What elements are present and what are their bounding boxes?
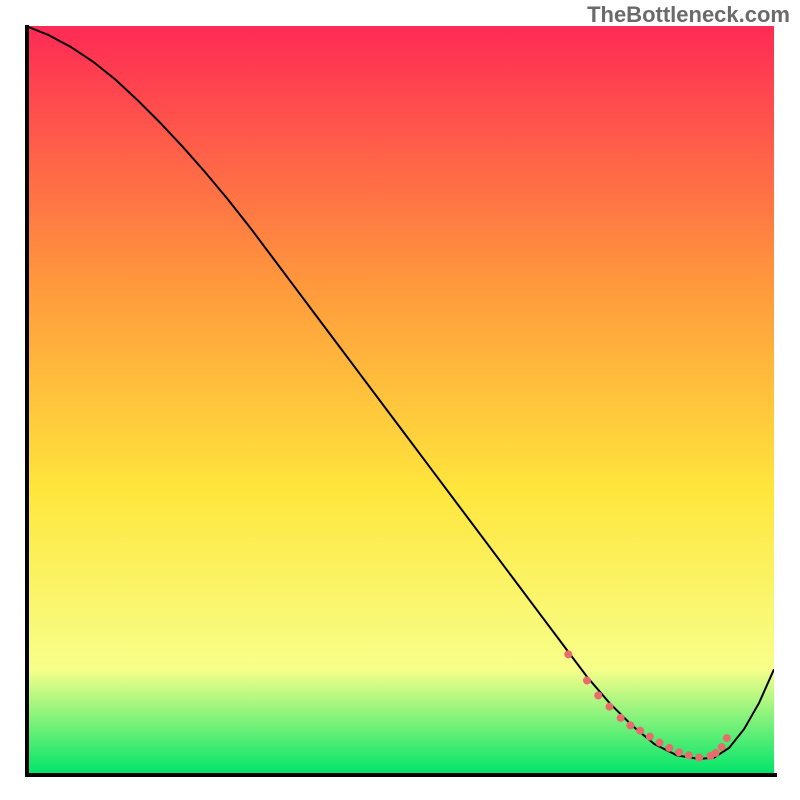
highlight-dot: [718, 743, 726, 751]
highlight-dot: [656, 739, 664, 747]
y-axis: [25, 25, 29, 777]
highlight-dot: [665, 744, 673, 752]
highlight-dot: [695, 754, 703, 762]
highlight-dot: [646, 733, 654, 741]
chart-container: TheBottleneck.com: [0, 0, 800, 800]
highlight-dot: [685, 751, 693, 759]
highlight-dot: [617, 714, 625, 722]
highlight-dot: [675, 748, 683, 756]
plot-area: [26, 26, 774, 774]
highlight-dot: [723, 734, 731, 742]
highlight-dot: [564, 650, 572, 658]
highlight-dot: [583, 677, 591, 685]
chart-svg: [26, 26, 774, 774]
highlight-dot: [594, 691, 602, 699]
highlight-dot: [712, 749, 720, 757]
x-axis: [25, 773, 777, 777]
highlight-dot: [605, 703, 613, 711]
highlight-dot: [636, 727, 644, 735]
gradient-background: [26, 26, 774, 774]
highlight-dot: [626, 721, 634, 729]
watermark-label: TheBottleneck.com: [587, 2, 790, 28]
